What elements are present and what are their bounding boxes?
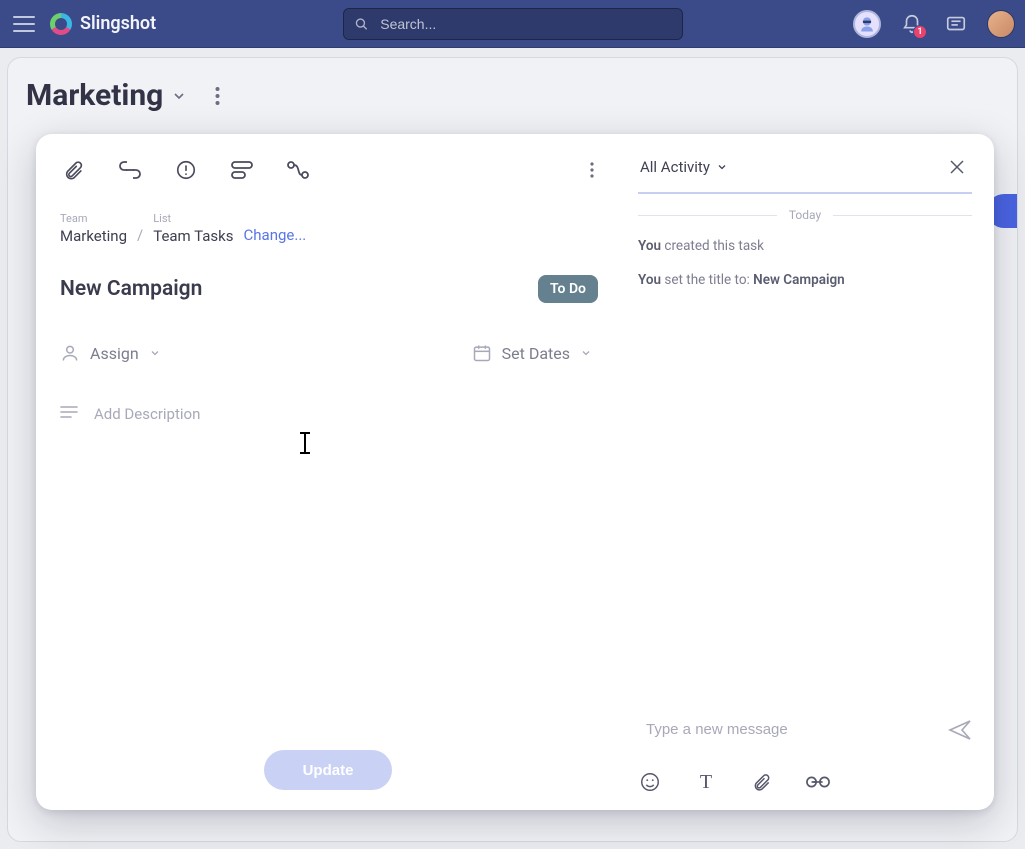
close-button[interactable] [942,152,972,182]
breadcrumb-list[interactable]: List Team Tasks [153,212,233,245]
roadmap-button[interactable] [228,156,256,184]
activity-filter-label: All Activity [640,158,710,176]
set-dates-button[interactable]: Set Dates [472,343,592,363]
page-title-chevron-icon[interactable] [171,88,187,104]
breadcrumb-separator: / [137,226,143,245]
search-icon [354,16,369,32]
compose-input[interactable] [638,715,938,744]
breadcrumb-change-link[interactable]: Change... [244,226,307,245]
chevron-down-icon [580,347,592,359]
search-bar[interactable] [343,8,683,40]
activity-panel: All Activity Today You created this task… [620,134,994,810]
messages-button[interactable] [943,11,969,37]
task-status-badge[interactable]: To Do [538,275,598,303]
breadcrumb-list-label: List [153,212,233,225]
assign-button[interactable]: Assign [60,343,161,363]
description-icon [60,406,78,603]
activity-tab-underline [638,192,972,194]
attachment-button[interactable] [60,156,88,184]
activity-filter-dropdown[interactable]: All Activity [638,154,730,180]
activity-actor: You [638,272,661,288]
user-icon [60,343,80,363]
user-avatar[interactable] [987,10,1015,38]
chevron-down-icon [716,161,728,173]
activity-text: created this task [661,238,764,254]
chevron-down-icon [149,347,161,359]
emoji-icon [639,771,661,793]
send-button[interactable] [948,719,972,741]
brand[interactable]: Slingshot [50,13,156,35]
dates-label: Set Dates [502,344,570,363]
task-toolbar [60,154,598,186]
link-icon [806,774,830,790]
breadcrumb-team-value: Marketing [60,227,127,245]
app-header: Slingshot 1 [0,0,1025,48]
activity-text: set the title to: [661,272,753,288]
search-container [343,8,683,40]
page-more-button[interactable] [215,87,239,105]
link-button[interactable] [116,156,144,184]
task-modal: Team Marketing / List Team Tasks Change.… [36,134,994,810]
brand-name: Slingshot [80,13,156,34]
breadcrumb-team[interactable]: Team Marketing [60,212,127,245]
activity-day-separator: Today [638,208,972,222]
task-breadcrumb: Team Marketing / List Team Tasks Change.… [60,212,598,245]
assistant-avatar[interactable] [853,10,881,38]
task-more-button[interactable] [586,158,598,182]
compose-area: T [638,715,972,794]
breadcrumb-list-value: Team Tasks [153,227,233,245]
page-title[interactable]: Marketing [26,78,163,113]
priority-button[interactable] [172,156,200,184]
send-icon [948,719,972,741]
format-button[interactable]: T [694,770,718,794]
compose-link-button[interactable] [806,770,830,794]
assign-label: Assign [90,344,139,363]
calendar-icon [472,343,492,363]
emoji-button[interactable] [638,770,662,794]
menu-button[interactable] [10,10,38,38]
activity-day-label: Today [789,208,821,222]
text-cursor-icon [304,434,306,452]
description-input[interactable] [92,403,598,603]
search-input[interactable] [378,15,671,33]
activity-entry: You created this task [638,238,972,256]
breadcrumb-team-label: Team [60,212,127,225]
brand-logo-icon [50,13,72,35]
notifications-button[interactable]: 1 [899,11,925,37]
activity-entry: You set the title to: New Campaign [638,272,972,290]
update-button[interactable]: Update [264,750,392,790]
activity-actor: You [638,238,661,254]
dependencies-button[interactable] [284,156,312,184]
notification-badge: 1 [913,25,927,39]
close-icon [948,158,966,176]
attachment-icon [752,771,772,793]
task-title[interactable]: New Campaign [60,277,538,301]
activity-value: New Campaign [753,272,845,288]
attach-button[interactable] [750,770,774,794]
task-details-panel: Team Marketing / List Team Tasks Change.… [36,134,620,810]
